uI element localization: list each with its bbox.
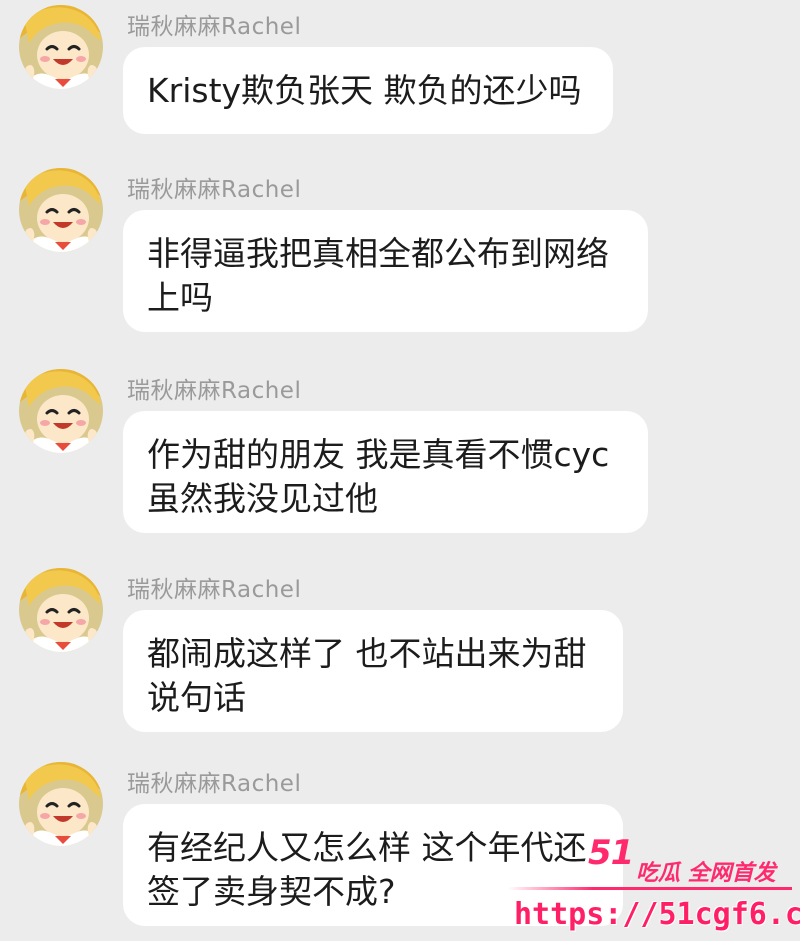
sender-name: 瑞秋麻麻Rachel [127,177,302,203]
message-text: Kristy欺负张天 欺负的还少吗 [147,71,582,110]
avatar[interactable] [19,5,103,89]
message-text: 作为甜的朋友 我是真看不惯cyc [147,435,610,474]
message-text: 都闹成这样了 也不站出来为甜 [147,634,587,673]
sender-name: 瑞秋麻麻Rachel [127,378,302,404]
watermark: 51 吃瓜 全网首发 https://51cgf6.com [500,825,800,941]
message-bubble[interactable]: 都闹成这样了 也不站出来为甜 说句话 [123,610,623,732]
avatar[interactable] [19,168,103,252]
cartoon-girl-avatar-icon [19,762,103,846]
avatar[interactable] [19,568,103,652]
message-text: 虽然我没见过他 [147,479,378,518]
cartoon-girl-avatar-icon [19,5,103,89]
watermark-url: https://51cgf6.com [514,897,800,932]
watermark-logo: 51 [588,833,634,873]
watermark-divider [508,887,792,890]
sender-name: 瑞秋麻麻Rachel [127,771,302,797]
cartoon-girl-avatar-icon [19,568,103,652]
sender-name: 瑞秋麻麻Rachel [127,14,302,40]
message-text: 非得逼我把真相全都公布到网络 [147,234,609,273]
watermark-tagline: 吃瓜 全网首发 [636,861,776,886]
message-bubble[interactable]: 非得逼我把真相全都公布到网络 上吗 [123,210,648,332]
sender-name: 瑞秋麻麻Rachel [127,577,302,603]
message-bubble[interactable]: Kristy欺负张天 欺负的还少吗 [123,47,613,134]
cartoon-girl-avatar-icon [19,369,103,453]
message-bubble[interactable]: 作为甜的朋友 我是真看不惯cyc 虽然我没见过他 [123,411,648,533]
message-text: 说句话 [147,678,246,717]
message-text: 上吗 [147,278,213,317]
avatar[interactable] [19,762,103,846]
cartoon-girl-avatar-icon [19,168,103,252]
avatar[interactable] [19,369,103,453]
